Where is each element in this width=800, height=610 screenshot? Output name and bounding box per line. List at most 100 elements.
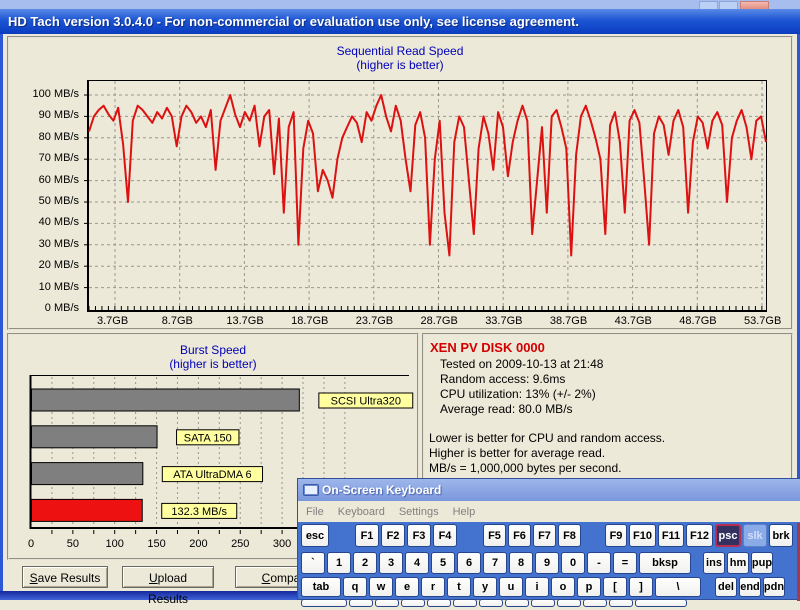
- keyboard-row-2: `1234567890-=bkspinshmpup: [301, 552, 799, 574]
- window-titlebar[interactable]: HD Tach version 3.0.4.0 - For non-commer…: [0, 9, 800, 34]
- osk-menu-help[interactable]: Help: [453, 506, 476, 518]
- burst-x-tick-label: 150: [147, 538, 165, 550]
- key-\[interactable]: \: [655, 577, 701, 597]
- key-o[interactable]: o: [551, 577, 575, 597]
- upload-results-button[interactable]: Upload Results: [122, 566, 214, 588]
- y-tick-label: 40 MB/s: [15, 216, 79, 228]
- key-0[interactable]: 0: [561, 552, 585, 574]
- key-hidden[interactable]: [301, 599, 347, 607]
- key-ins[interactable]: ins: [703, 552, 725, 574]
- burst-x-tick-label: 0: [28, 538, 34, 550]
- key-F4[interactable]: F4: [433, 524, 457, 547]
- note-line: MB/s = 1,000,000 bytes per second.: [429, 461, 787, 476]
- key-tab[interactable]: tab: [301, 577, 341, 597]
- key-hidden[interactable]: [453, 599, 477, 607]
- key-w[interactable]: w: [369, 577, 393, 597]
- key-hidden[interactable]: [427, 599, 451, 607]
- x-tick-label: 48.7GB: [679, 315, 716, 327]
- y-tick-label: 20 MB/s: [15, 259, 79, 271]
- key-hidden[interactable]: [349, 599, 373, 607]
- bar-label: ATA UltraDMA 6: [173, 469, 251, 481]
- save-results-button[interactable]: Save Results: [22, 566, 108, 588]
- key-hidden[interactable]: [505, 599, 529, 607]
- on-screen-keyboard-window: On-Screen Keyboard File Keyboard Settings H…: [297, 478, 800, 600]
- key-hidden[interactable]: [609, 599, 633, 607]
- y-tick-label: 70 MB/s: [15, 152, 79, 164]
- note-line: Lower is better for CPU and random acces…: [429, 431, 787, 446]
- info-line: CPU utilization: 13% (+/- 2%): [440, 387, 787, 402]
- key-esc[interactable]: esc: [301, 524, 329, 547]
- osk-titlebar[interactable]: On-Screen Keyboard: [298, 479, 800, 501]
- burst-x-tick-label: 50: [67, 538, 79, 550]
- key-5[interactable]: 5: [431, 552, 455, 574]
- key-q[interactable]: q: [343, 577, 367, 597]
- key-F7[interactable]: F7: [533, 524, 556, 547]
- key-][interactable]: ]: [629, 577, 653, 597]
- key-F2[interactable]: F2: [381, 524, 405, 547]
- key-pup[interactable]: pup: [751, 552, 773, 574]
- key-F9[interactable]: F9: [605, 524, 627, 547]
- x-tick-label: 53.7GB: [744, 315, 781, 327]
- key-t[interactable]: t: [447, 577, 471, 597]
- info-spacer: [428, 417, 787, 431]
- sequential-read-panel: Sequential Read Speed (higher is better)…: [7, 36, 793, 330]
- key-del[interactable]: del: [715, 577, 737, 597]
- key-6[interactable]: 6: [457, 552, 481, 574]
- osk-menu-settings[interactable]: Settings: [399, 506, 439, 518]
- key-u[interactable]: u: [499, 577, 523, 597]
- key-hidden[interactable]: [401, 599, 425, 607]
- key-=[interactable]: =: [613, 552, 637, 574]
- key-F11[interactable]: F11: [658, 524, 684, 547]
- keyboard-row-1: esc F1F2F3F4 F5F6F7F8 F9F10F11F12pscslkbrk: [301, 524, 799, 547]
- key-pdn[interactable]: pdn: [763, 577, 785, 597]
- x-tick-label: 18.7GB: [291, 315, 328, 327]
- seq-chart-subtitle: (higher is better): [9, 58, 791, 72]
- key-e[interactable]: e: [395, 577, 419, 597]
- key-F5[interactable]: F5: [483, 524, 506, 547]
- key-7[interactable]: 7: [483, 552, 507, 574]
- key-r[interactable]: r: [421, 577, 445, 597]
- key-F3[interactable]: F3: [407, 524, 431, 547]
- key-8[interactable]: 8: [509, 552, 533, 574]
- key-F6[interactable]: F6: [508, 524, 531, 547]
- y-tick-label: 30 MB/s: [15, 238, 79, 250]
- key-p[interactable]: p: [577, 577, 601, 597]
- keyboard-icon: [303, 484, 319, 496]
- key-end[interactable]: end: [739, 577, 761, 597]
- key-brk[interactable]: brk: [769, 524, 793, 547]
- key-hidden[interactable]: [479, 599, 503, 607]
- burst-x-tick-label: 300: [273, 538, 291, 550]
- key-`[interactable]: `: [301, 552, 325, 574]
- x-tick-label: 13.7GB: [226, 315, 263, 327]
- key-F8[interactable]: F8: [558, 524, 581, 547]
- keyboard-row-4: [301, 599, 799, 607]
- key-hidden[interactable]: [583, 599, 607, 607]
- key-hidden[interactable]: [375, 599, 399, 607]
- key-F1[interactable]: F1: [355, 524, 379, 547]
- key-hidden[interactable]: [635, 599, 687, 607]
- key-i[interactable]: i: [525, 577, 549, 597]
- window-top-edge: [0, 0, 800, 9]
- key--[interactable]: -: [587, 552, 611, 574]
- key-y[interactable]: y: [473, 577, 497, 597]
- key-1[interactable]: 1: [327, 552, 351, 574]
- key-F10[interactable]: F10: [629, 524, 656, 547]
- osk-menu-keyboard[interactable]: Keyboard: [338, 506, 385, 518]
- y-tick-label: 0 MB/s: [15, 302, 79, 314]
- key-9[interactable]: 9: [535, 552, 559, 574]
- info-line: Tested on 2009-10-13 at 21:48: [440, 357, 787, 372]
- key-slk[interactable]: slk: [743, 524, 767, 547]
- key-F12[interactable]: F12: [686, 524, 713, 547]
- osk-menu-file[interactable]: File: [306, 506, 324, 518]
- key-4[interactable]: 4: [405, 552, 429, 574]
- key-psc[interactable]: psc: [715, 524, 741, 547]
- key-hm[interactable]: hm: [727, 552, 749, 574]
- drive-name: XEN PV DISK 0000: [430, 340, 787, 355]
- burst-bar: [32, 389, 300, 411]
- key-bksp[interactable]: bksp: [639, 552, 691, 574]
- key-hidden[interactable]: [557, 599, 581, 607]
- key-3[interactable]: 3: [379, 552, 403, 574]
- key-[[interactable]: [: [603, 577, 627, 597]
- key-2[interactable]: 2: [353, 552, 377, 574]
- key-hidden[interactable]: [531, 599, 555, 607]
